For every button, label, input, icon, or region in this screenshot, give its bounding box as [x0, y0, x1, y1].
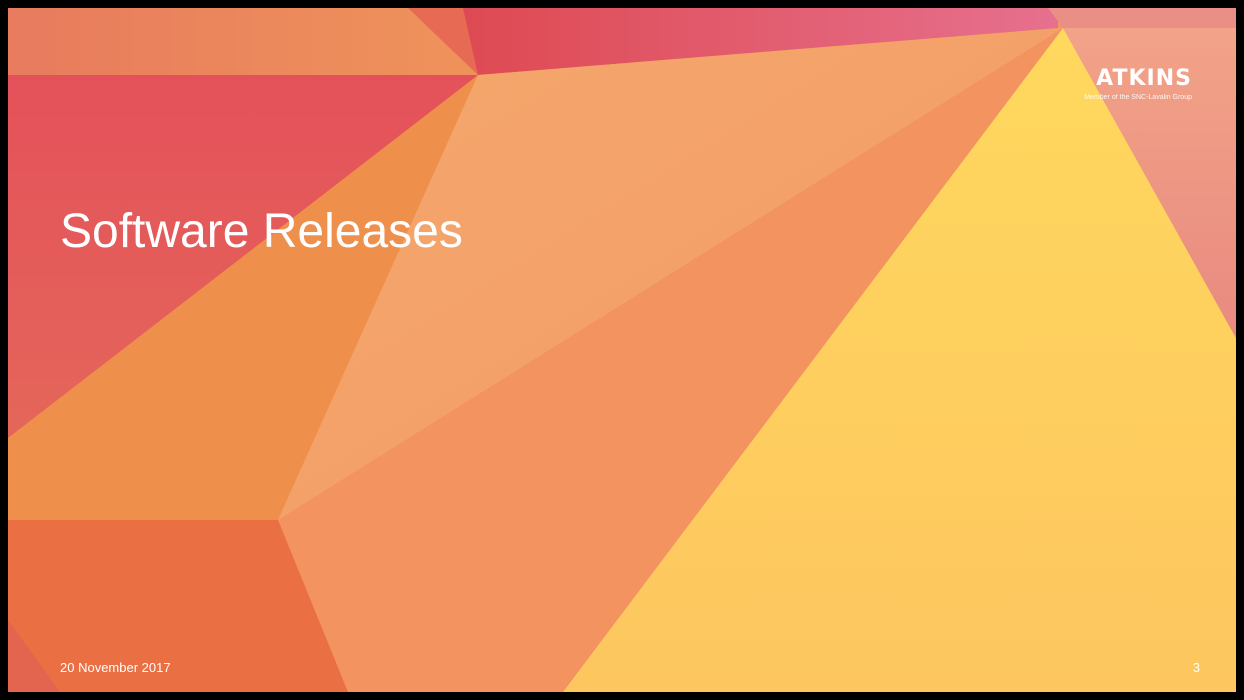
facet-top-left — [8, 8, 478, 75]
logo-tagline: Member of the SNC-Lavalin Group — [1084, 94, 1192, 101]
polygon-background — [8, 8, 1236, 692]
atkins-logo: ATKINS Member of the SNC-Lavalin Group — [1084, 66, 1192, 102]
slide: ATKINS Member of the SNC-Lavalin Group S… — [8, 8, 1236, 692]
logo-wordmark: ATKINS — [1096, 66, 1192, 91]
slide-date: 20 November 2017 — [60, 660, 171, 675]
slide-title: Software Releases — [60, 205, 463, 258]
page-number: 3 — [1192, 660, 1200, 675]
facet-top-right-pink — [1048, 8, 1236, 28]
